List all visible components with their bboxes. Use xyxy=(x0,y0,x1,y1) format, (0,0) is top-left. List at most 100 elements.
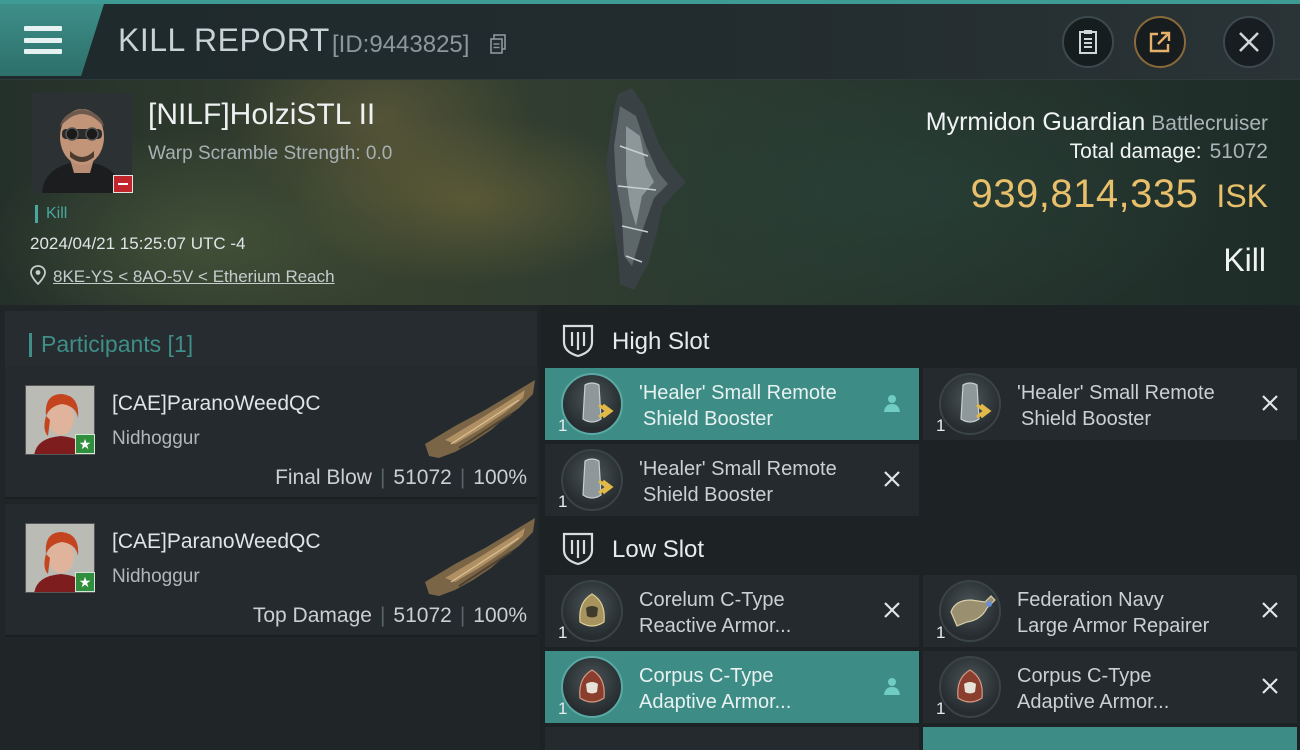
module-name-line2: Reactive Armor... xyxy=(639,615,792,637)
kill-tag: Kill xyxy=(35,205,67,223)
module-item[interactable]: 1 Corpus C-Type Adaptive Armor... xyxy=(923,651,1297,723)
isk-unit: ISK xyxy=(1216,178,1268,214)
participant-role: Top Damage xyxy=(252,604,372,627)
module-name: 'Healer' Small Remote Shield Booster xyxy=(639,380,869,432)
module-item[interactable]: 1 'Healer' Small Remote Shield Booster xyxy=(923,368,1297,440)
module-quantity: 1 xyxy=(936,623,946,642)
module-name-line1: Corpus C-Type xyxy=(639,665,774,687)
person-icon xyxy=(884,395,900,412)
destroyed-x-icon xyxy=(1262,395,1278,411)
module-name: 'Healer' Small Remote Shield Booster xyxy=(1017,380,1247,432)
module-item[interactable] xyxy=(545,727,919,750)
module-item[interactable]: 1 Corelum C-Type Reactive Armor... xyxy=(545,575,919,647)
close-icon xyxy=(1239,32,1259,52)
module-name-line2: Large Armor Repairer xyxy=(1017,615,1210,637)
total-damage: Total damage: 51072 xyxy=(1070,140,1268,164)
module-name: Federation Navy Large Armor Repairer xyxy=(1017,587,1247,639)
module-quantity: 1 xyxy=(558,416,568,435)
module-item[interactable]: 1 Corpus C-Type Adaptive Armor... xyxy=(545,651,919,723)
high-slot-label: High Slot xyxy=(612,328,710,355)
module-name: 'Healer' Small Remote Shield Booster xyxy=(639,456,869,508)
participants-panel: Participants [1] ★ [CAE]ParanoWeedQC Nid… xyxy=(0,305,540,750)
participant-name[interactable]: [CAE]ParanoWeedQC xyxy=(112,392,321,416)
share-icon xyxy=(1149,31,1171,53)
module-quantity: 1 xyxy=(558,699,568,718)
high-slot-icon xyxy=(562,324,594,358)
shield-booster-icon xyxy=(939,373,1001,435)
victim-summary: [NILF]HolziSTL II Warp Scramble Strength… xyxy=(0,80,1300,305)
top-bar: KILL REPORT [ID:9443825] xyxy=(0,0,1300,80)
victim-name[interactable]: [NILF]HolziSTL II xyxy=(148,98,375,132)
total-damage-label: Total damage: xyxy=(1069,140,1202,163)
module-quantity: 1 xyxy=(558,492,568,511)
module-name-line2: Adaptive Armor... xyxy=(639,691,792,713)
victim-ship-model xyxy=(606,88,686,290)
low-slot-icon xyxy=(562,532,594,566)
module-item[interactable]: 1 'Healer' Small Remote Shield Booster xyxy=(545,368,919,440)
participant-ship: Nidhoggur xyxy=(112,428,200,449)
share-button[interactable] xyxy=(1134,16,1186,68)
isk-value: 939,814,335 xyxy=(970,172,1199,216)
participant-percent: 100% xyxy=(473,466,527,489)
module-name-line1: 'Healer' Small Remote xyxy=(639,382,837,404)
clipboard-icon xyxy=(1079,30,1097,54)
location-link[interactable]: 8KE-YS < 8AO-5V < Etherium Reach xyxy=(53,267,335,287)
location-pin-icon xyxy=(30,265,46,285)
participant-percent: 100% xyxy=(473,604,527,627)
participant-ship: Nidhoggur xyxy=(112,566,200,587)
participant-stats: Top Damage | 51072 | 100% xyxy=(252,604,527,627)
participant-damage: 51072 xyxy=(393,604,452,627)
result-label: Kill xyxy=(1223,242,1266,278)
module-quantity: 1 xyxy=(936,416,946,435)
report-id: [ID:9443825] xyxy=(332,31,470,58)
module-quantity: 1 xyxy=(558,623,568,642)
participant-role: Final Blow xyxy=(275,466,372,489)
module-item[interactable]: 1 'Healer' Small Remote Shield Booster xyxy=(545,444,919,516)
warp-scramble-strength: Warp Scramble Strength: 0.0 xyxy=(148,143,393,164)
isk-loss: 939,814,335 ISK xyxy=(970,172,1268,217)
module-item[interactable]: 1 Federation Navy Large Armor Repairer xyxy=(923,575,1297,647)
participant-name[interactable]: [CAE]ParanoWeedQC xyxy=(112,530,321,554)
module-name-line1: 'Healer' Small Remote xyxy=(639,458,837,480)
fitting-panel: High Slot 1 'Healer' Small Remote Shield… xyxy=(540,305,1300,750)
ship-name: Myrmidon Guardian xyxy=(925,108,1146,136)
destroyed-x-icon xyxy=(884,471,900,487)
module-name: Corpus C-Type Adaptive Armor... xyxy=(1017,663,1247,715)
module-name-line1: 'Healer' Small Remote xyxy=(1017,382,1215,404)
module-name: Corelum C-Type Reactive Armor... xyxy=(639,587,869,639)
participant-stats: Final Blow | 51072 | 100% xyxy=(275,466,527,489)
module-name-line1: Corpus C-Type xyxy=(1017,665,1152,687)
destroyed-x-icon xyxy=(1262,602,1278,618)
participant-row[interactable]: ★ [CAE]ParanoWeedQC Nidhoggur Top Damage… xyxy=(5,504,537,637)
star-icon: ★ xyxy=(75,572,95,592)
star-icon: ★ xyxy=(75,434,95,454)
victim-ship[interactable]: Myrmidon Guardian Battlecruiser xyxy=(926,108,1268,137)
participant-row[interactable]: ★ [CAE]ParanoWeedQC Nidhoggur Final Blow… xyxy=(5,366,537,499)
menu-button[interactable] xyxy=(0,4,104,76)
module-name-line1: Corelum C-Type xyxy=(639,589,785,611)
module-quantity: 1 xyxy=(936,699,946,718)
armor-hardener-icon xyxy=(939,656,1001,718)
participant-ship-model xyxy=(425,380,535,458)
armor-repairer-icon xyxy=(939,580,1001,642)
module-item[interactable] xyxy=(923,727,1297,750)
shield-booster-icon xyxy=(561,449,623,511)
close-button[interactable] xyxy=(1223,16,1275,68)
ship-class: Battlecruiser xyxy=(1151,112,1268,135)
copy-icon[interactable] xyxy=(490,34,506,54)
hamburger-icon xyxy=(24,26,62,54)
report-button[interactable] xyxy=(1062,16,1114,68)
module-name-line2: Shield Booster xyxy=(643,484,774,506)
kill-datetime: 2024/04/21 15:25:07 UTC -4 xyxy=(30,234,246,253)
participant-ship-model xyxy=(425,518,535,596)
destroyed-x-icon xyxy=(1262,678,1278,694)
participant-damage: 51072 xyxy=(393,466,452,489)
person-icon xyxy=(884,678,900,695)
module-name-line2: Shield Booster xyxy=(1021,408,1152,430)
armor-hardener-icon xyxy=(561,580,623,642)
total-damage-value: 51072 xyxy=(1209,140,1268,163)
shield-booster-icon xyxy=(561,373,623,435)
hostile-status-badge xyxy=(113,175,133,193)
module-name-line2: Shield Booster xyxy=(643,408,774,430)
module-name: Corpus C-Type Adaptive Armor... xyxy=(639,663,869,715)
